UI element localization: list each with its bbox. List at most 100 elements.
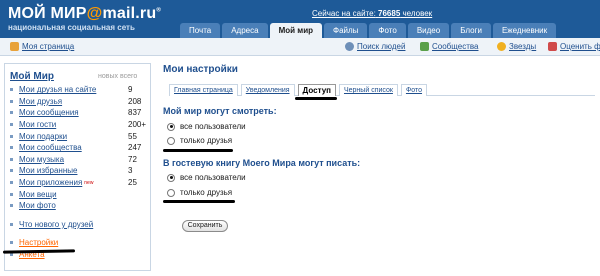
tab-blogs[interactable]: Блоги xyxy=(451,23,491,38)
bullet xyxy=(10,88,13,92)
tab-blacklist[interactable]: Черный список xyxy=(338,84,398,96)
tab-photo[interactable]: Фото xyxy=(369,23,406,38)
sidebar-item-friends-online[interactable]: Мои друзья на сайте 9 xyxy=(10,84,147,96)
sub-navigation: Моя страница Поиск людей Сообщества Звез… xyxy=(0,38,600,56)
radio-button[interactable] xyxy=(167,136,175,145)
sidebar-item-label[interactable]: Мои избранные xyxy=(19,166,77,175)
radio-button[interactable] xyxy=(167,122,175,131)
sidebar-item-count: 9 xyxy=(128,85,133,95)
hand-drawn-underline xyxy=(163,200,235,203)
main-tabs: Почта Адреса Мой мир Файлы Фото Видео Бл… xyxy=(180,23,558,38)
search-icon xyxy=(345,42,354,51)
online-counter[interactable]: Сейчас на сайте: 76685 человек xyxy=(312,9,432,18)
view-friends-only-option[interactable]: только друзья xyxy=(167,136,232,145)
radio-label: все пользователи xyxy=(180,173,246,182)
star-icon xyxy=(497,42,506,51)
sidebar-item-label[interactable]: Мои фото xyxy=(19,201,56,210)
sidebar-item-apps[interactable]: Мои приложения new 25 xyxy=(10,177,147,189)
settings-link[interactable]: Настройки xyxy=(19,238,58,247)
online-count: 76685 xyxy=(378,9,401,18)
sidebar-item-label[interactable]: Мои подарки xyxy=(19,132,67,141)
sidebar-item-count: 25 xyxy=(128,178,137,188)
tab-photo-settings[interactable]: Фото xyxy=(400,84,428,96)
rate-photo-label: Оценить ф xyxy=(560,42,600,51)
logo-main: МОЙ МИР xyxy=(8,5,87,22)
sidebar-item-friends[interactable]: Мои друзья 208 xyxy=(10,96,147,108)
communities-label: Сообщества xyxy=(432,42,479,51)
search-people-link[interactable]: Поиск людей xyxy=(345,42,405,51)
sidebar-item-music[interactable]: Мои музыка 72 xyxy=(10,154,147,166)
logo-reg: ® xyxy=(156,7,161,14)
tab-files[interactable]: Файлы xyxy=(324,23,368,38)
sidebar-item-label[interactable]: Мои гости xyxy=(19,120,56,129)
hand-drawn-underline xyxy=(295,97,337,100)
radio-button[interactable] xyxy=(167,188,175,197)
radio-button[interactable] xyxy=(167,173,175,182)
sidebar-item-count: 55 xyxy=(128,131,137,141)
tab-diary[interactable]: Ежедневник xyxy=(492,23,557,38)
communities-link[interactable]: Сообщества xyxy=(420,42,478,51)
hand-drawn-underline xyxy=(163,149,233,152)
sidebar-item-label[interactable]: Мои приложения xyxy=(19,178,82,187)
sidebar: Мой Мир новых всего Мои друзья на сайте … xyxy=(4,63,151,271)
whats-new-link[interactable]: Что нового у друзей xyxy=(19,220,93,229)
view-access-heading: Мой мир могут смотреть: xyxy=(163,106,277,116)
tab-addresses[interactable]: Адреса xyxy=(222,23,268,38)
bullet xyxy=(10,111,13,115)
bullet xyxy=(10,241,13,245)
sidebar-item-favorites[interactable]: Мои избранные 3 xyxy=(10,165,147,177)
sidebar-item-count: 837 xyxy=(128,108,142,118)
settings-tabs: Главная страница Уведомления Доступ Черн… xyxy=(169,84,595,96)
bullet xyxy=(10,181,13,185)
sidebar-item-count: 208 xyxy=(128,96,142,106)
tab-access[interactable]: Доступ xyxy=(297,84,336,96)
search-people-label: Поиск людей xyxy=(357,42,406,51)
logo[interactable]: МОЙ МИР@mail.ru® xyxy=(8,5,161,23)
tab-mail[interactable]: Почта xyxy=(180,23,221,38)
logo-at: @ xyxy=(86,5,103,22)
sidebar-item-count: 3 xyxy=(128,166,133,176)
page-title: Мои настройки xyxy=(163,64,238,75)
rate-photo-icon xyxy=(548,42,557,51)
bullet xyxy=(10,169,13,173)
sidebar-item-messages[interactable]: Мои сообщения 837 xyxy=(10,107,147,119)
sidebar-item-gifts[interactable]: Мои подарки 55 xyxy=(10,130,147,142)
sidebar-item-whats-new[interactable]: Что нового у друзей xyxy=(10,219,147,231)
view-all-users-option[interactable]: все пользователи xyxy=(167,122,246,131)
guestbook-friends-only-option[interactable]: только друзья xyxy=(167,188,232,197)
sidebar-count-header: новых всего xyxy=(98,73,138,80)
rate-photo-link[interactable]: Оценить ф xyxy=(548,42,600,51)
sidebar-item-label[interactable]: Мои музыка xyxy=(19,155,64,164)
bullet xyxy=(10,146,13,150)
sidebar-item-label[interactable]: Мои друзья xyxy=(19,97,62,106)
radio-label: только друзья xyxy=(180,188,233,197)
new-badge: new xyxy=(84,179,94,186)
stars-link[interactable]: Звезды xyxy=(497,42,536,51)
sidebar-item-label[interactable]: Мои сообщества xyxy=(19,143,82,152)
sidebar-item-count: 200+ xyxy=(128,120,147,130)
tab-video[interactable]: Видео xyxy=(407,23,450,38)
sidebar-title[interactable]: Мой Мир xyxy=(10,71,54,82)
sidebar-list: Мои друзья на сайте 9 Мои друзья 208 Мои… xyxy=(10,84,147,260)
sidebar-item-things[interactable]: Мои вещи xyxy=(10,188,147,200)
sidebar-item-guests[interactable]: Мои гости 200+ xyxy=(10,119,147,131)
sidebar-item-communities[interactable]: Мои сообщества 247 xyxy=(10,142,147,154)
sidebar-item-settings[interactable]: Настройки xyxy=(10,237,147,249)
my-page-link[interactable]: Моя страница xyxy=(10,42,74,51)
bullet xyxy=(10,204,13,208)
online-suffix: человек xyxy=(402,9,433,18)
sidebar-item-label[interactable]: Мои вещи xyxy=(19,190,57,199)
bullet xyxy=(10,192,13,196)
save-button[interactable]: Сохранить xyxy=(182,220,228,232)
sidebar-item-label[interactable]: Мои сообщения xyxy=(19,108,79,117)
bullet xyxy=(10,157,13,161)
home-icon xyxy=(10,42,19,51)
sidebar-item-photos[interactable]: Мои фото xyxy=(10,200,147,212)
sidebar-item-count: 72 xyxy=(128,154,137,164)
bullet xyxy=(10,134,13,138)
guestbook-all-users-option[interactable]: все пользователи xyxy=(167,173,246,182)
tab-notifications[interactable]: Уведомления xyxy=(240,84,295,96)
tab-main-page[interactable]: Главная страница xyxy=(169,84,238,96)
tab-my-world[interactable]: Мой мир xyxy=(269,23,322,38)
sidebar-item-label[interactable]: Мои друзья на сайте xyxy=(19,85,96,94)
